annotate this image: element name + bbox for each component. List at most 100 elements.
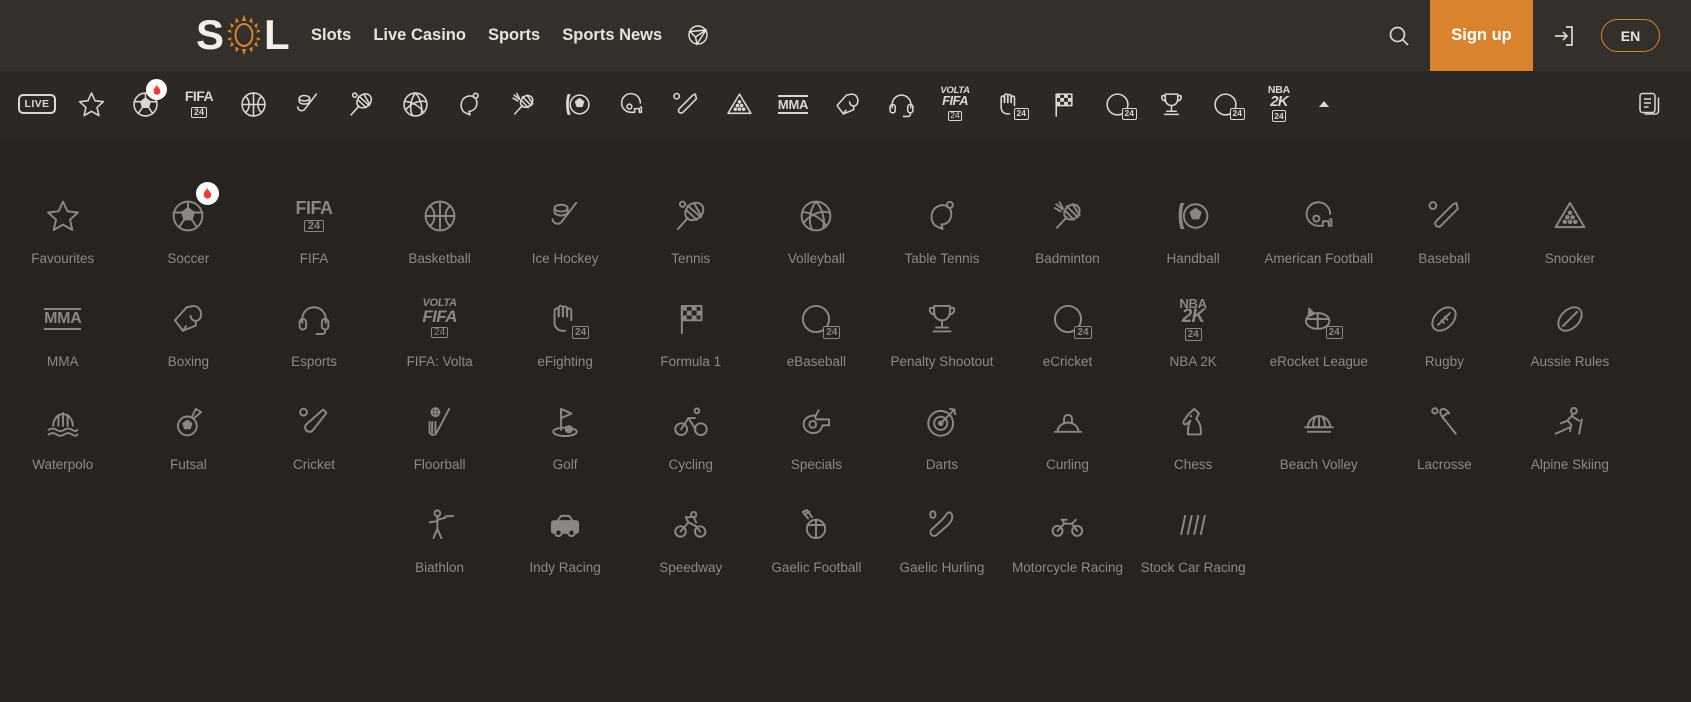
toolbar-esports[interactable] bbox=[874, 78, 928, 130]
toolbar-snooker[interactable] bbox=[712, 78, 766, 130]
paper-plane-globe-icon[interactable] bbox=[686, 24, 710, 48]
toolbar-fifa-volta[interactable]: VOLTA FIFA 24 bbox=[928, 78, 982, 130]
sport-erocket-league[interactable]: 24 eRocket League bbox=[1256, 293, 1382, 396]
sport-lacrosse[interactable]: Lacrosse bbox=[1382, 396, 1508, 499]
sport-ecricket[interactable]: 24 eCricket bbox=[1005, 293, 1131, 396]
toolbar-efighting[interactable]: 24 bbox=[982, 78, 1036, 130]
sport-fifa[interactable]: FIFA 24 FIFA bbox=[251, 190, 377, 293]
nav-slots[interactable]: Slots bbox=[311, 27, 351, 44]
sport-darts[interactable]: Darts bbox=[879, 396, 1005, 499]
toolbar-basketball[interactable] bbox=[226, 78, 280, 130]
toolbar-handball[interactable] bbox=[550, 78, 604, 130]
toolbar-tennis[interactable] bbox=[334, 78, 388, 130]
toolbar-soccer[interactable] bbox=[118, 78, 172, 130]
sport-motorcycle-racing[interactable]: Motorcycle Racing bbox=[1005, 499, 1131, 602]
sport-american-football[interactable]: American Football bbox=[1256, 190, 1382, 293]
toolbar-table-tennis[interactable] bbox=[442, 78, 496, 130]
sport-indy-racing[interactable]: Indy Racing bbox=[502, 499, 628, 602]
season-24-badge: 24 bbox=[823, 326, 841, 339]
sun-logo-icon bbox=[224, 14, 264, 56]
checkered-flag-icon bbox=[674, 293, 708, 345]
sport-boxing[interactable]: Boxing bbox=[126, 293, 252, 396]
login-arrow-icon[interactable] bbox=[1533, 0, 1595, 71]
toolbar-live[interactable]: LIVE bbox=[10, 78, 64, 130]
sport-rugby[interactable]: Rugby bbox=[1382, 293, 1508, 396]
ecricket-bat-icon: 24 bbox=[1051, 293, 1092, 345]
toolbar-favourites[interactable] bbox=[64, 78, 118, 130]
sport-alpine-skiing[interactable]: Alpine Skiing bbox=[1507, 396, 1633, 499]
sport-efighting[interactable]: 24 eFighting bbox=[502, 293, 628, 396]
sport-speedway[interactable]: Speedway bbox=[628, 499, 754, 602]
sport-label: Stock Car Racing bbox=[1140, 560, 1246, 575]
sport-aussie-rules[interactable]: Aussie Rules bbox=[1507, 293, 1633, 396]
sport-basketball[interactable]: Basketball bbox=[377, 190, 503, 293]
sport-gaelic-hurling[interactable]: Gaelic Hurling bbox=[879, 499, 1005, 602]
bet-slip-documents-icon[interactable] bbox=[1636, 71, 1663, 138]
toolbar-baseball[interactable] bbox=[658, 78, 712, 130]
sport-mma[interactable]: MMA MMA bbox=[0, 293, 126, 396]
sport-esports[interactable]: Esports bbox=[251, 293, 377, 396]
sport-waterpolo[interactable]: Waterpolo bbox=[0, 396, 126, 499]
sport-table-tennis[interactable]: Table Tennis bbox=[879, 190, 1005, 293]
sport-futsal[interactable]: Futsal bbox=[126, 396, 252, 499]
sport-volleyball[interactable]: Volleyball bbox=[754, 190, 880, 293]
sport-ice-hockey[interactable]: Ice Hockey bbox=[502, 190, 628, 293]
toolbar-volleyball[interactable] bbox=[388, 78, 442, 130]
sport-floorball[interactable]: Floorball bbox=[377, 396, 503, 499]
sport-fifa-volta[interactable]: VOLTA FIFA 24 FIFA: Volta bbox=[377, 293, 503, 396]
sport-chess[interactable]: Chess bbox=[1130, 396, 1256, 499]
toolbar-ice-hockey[interactable] bbox=[280, 78, 334, 130]
season-24-badge: 24 bbox=[1074, 326, 1092, 339]
sport-beach-volley[interactable]: Beach Volley bbox=[1256, 396, 1382, 499]
sport-cricket[interactable]: Cricket bbox=[251, 396, 377, 499]
sport-label: eRocket League bbox=[1269, 354, 1368, 369]
sport-penalty-shootout[interactable]: Penalty Shootout bbox=[879, 293, 1005, 396]
sport-label: Darts bbox=[925, 457, 959, 472]
chevron-up-icon[interactable] bbox=[1306, 78, 1342, 130]
toolbar-ebaseball[interactable]: 24 bbox=[1090, 78, 1144, 130]
sport-soccer[interactable]: Soccer bbox=[126, 182, 252, 293]
sport-label: Soccer bbox=[167, 251, 210, 266]
sport-golf[interactable]: Golf bbox=[502, 396, 628, 499]
toolbar-fifa[interactable]: FIFA 24 bbox=[172, 78, 226, 130]
sport-baseball[interactable]: Baseball bbox=[1382, 190, 1508, 293]
toolbar-nba-2k[interactable]: NBA 2K 24 bbox=[1252, 78, 1306, 130]
icon-with-24-badge: 24 bbox=[548, 302, 590, 339]
toolbar-boxing[interactable] bbox=[820, 78, 874, 130]
sport-gaelic-football[interactable]: Gaelic Football bbox=[754, 499, 880, 602]
sport-label: Basketball bbox=[408, 251, 471, 266]
sport-favourites[interactable]: Favourites bbox=[0, 190, 126, 293]
sport-formula-1[interactable]: Formula 1 bbox=[628, 293, 754, 396]
toolbar-penalty-shootout[interactable] bbox=[1144, 78, 1198, 130]
sport-ebaseball[interactable]: 24 eBaseball bbox=[754, 293, 880, 396]
toolbar-formula-1[interactable] bbox=[1036, 78, 1090, 130]
nav-live-casino[interactable]: Live Casino bbox=[373, 27, 466, 44]
sport-stock-car-racing[interactable]: Stock Car Racing bbox=[1130, 499, 1256, 602]
nav-sports[interactable]: Sports bbox=[488, 27, 540, 44]
sport-specials[interactable]: Specials bbox=[754, 396, 880, 499]
sport-snooker[interactable]: Snooker bbox=[1507, 190, 1633, 293]
star-icon bbox=[46, 190, 80, 242]
sport-cycling[interactable]: Cycling bbox=[628, 396, 754, 499]
sport-label: Tennis bbox=[671, 251, 711, 266]
search-icon[interactable] bbox=[1368, 0, 1430, 71]
nav-sports-news[interactable]: Sports News bbox=[562, 27, 662, 44]
sport-label: Biathlon bbox=[415, 560, 464, 575]
curling-stone-icon bbox=[1051, 396, 1085, 448]
sport-biathlon[interactable]: Biathlon bbox=[377, 499, 503, 602]
sol-logo[interactable]: S L bbox=[196, 13, 290, 57]
sport-handball[interactable]: Handball bbox=[1130, 190, 1256, 293]
sport-badminton[interactable]: Badminton bbox=[1005, 190, 1131, 293]
toolbar-badminton[interactable] bbox=[496, 78, 550, 130]
sport-nba-2k[interactable]: NBA 2K 24 NBA 2K bbox=[1130, 293, 1256, 396]
sport-tennis[interactable]: Tennis bbox=[628, 190, 754, 293]
toolbar-american-football[interactable] bbox=[604, 78, 658, 130]
sport-label: Formula 1 bbox=[660, 354, 722, 369]
sport-curling[interactable]: Curling bbox=[1005, 396, 1131, 499]
sign-up-button[interactable]: Sign up bbox=[1430, 0, 1533, 71]
toolbar-ecricket[interactable]: 24 bbox=[1198, 78, 1252, 130]
flame-icon bbox=[151, 83, 163, 97]
sport-label: Futsal bbox=[170, 457, 207, 472]
language-selector[interactable]: EN bbox=[1601, 19, 1660, 52]
toolbar-mma[interactable]: MMA bbox=[766, 78, 820, 130]
